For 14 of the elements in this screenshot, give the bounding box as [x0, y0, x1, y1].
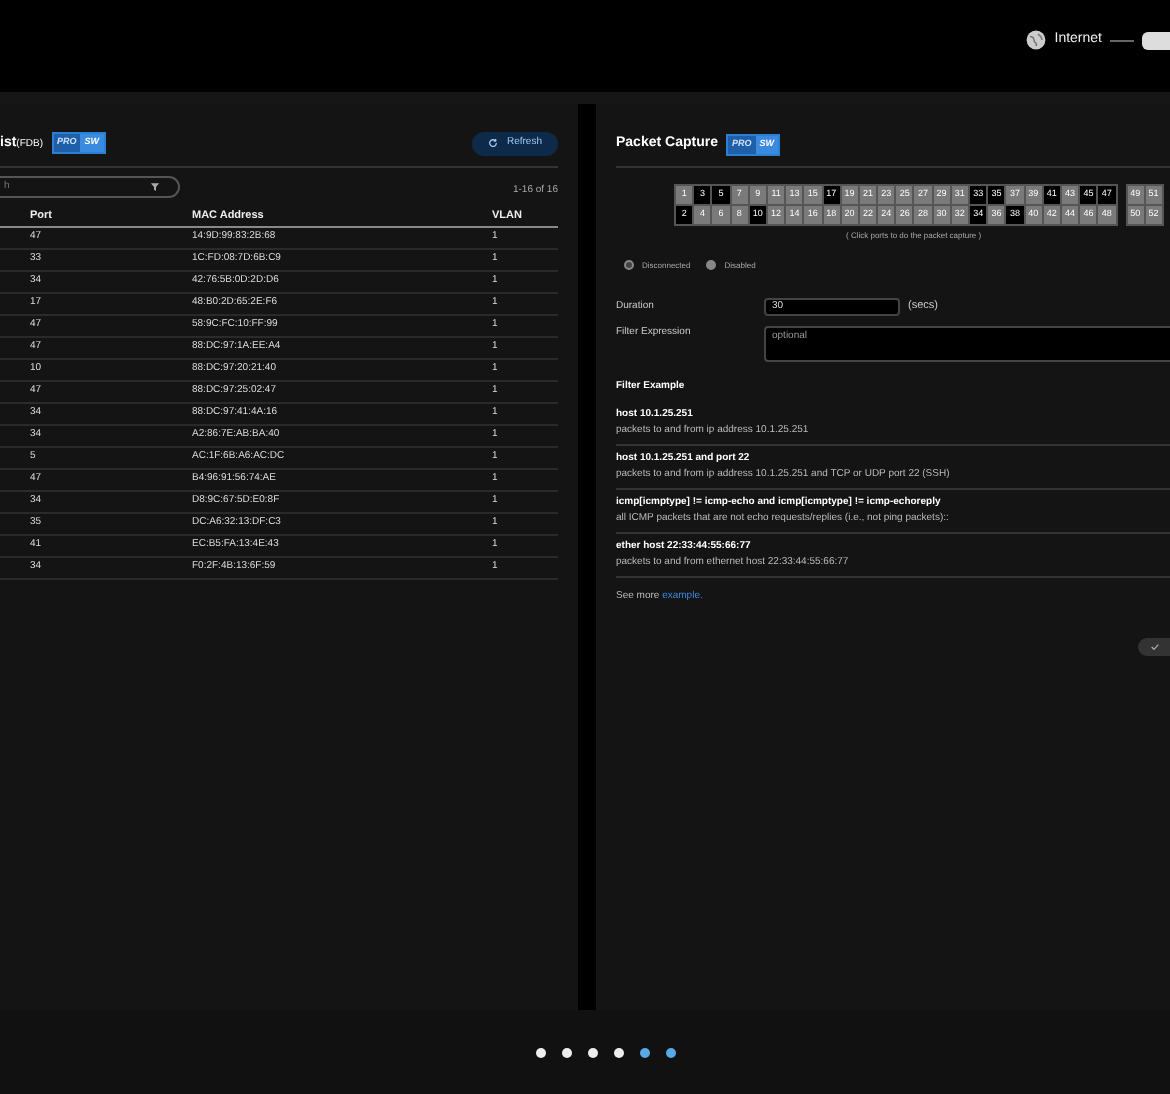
refresh-icon — [488, 138, 499, 149]
globe-icon — [1026, 30, 1047, 50]
check-icon — [1149, 641, 1159, 652]
filter-icon[interactable] — [150, 181, 160, 192]
legend-dot — [624, 260, 634, 271]
legend-dot — [706, 260, 717, 271]
carousel-dot[interactable] — [639, 1047, 649, 1057]
carousel-dot[interactable] — [535, 1047, 545, 1057]
carousel-dot[interactable] — [613, 1047, 623, 1057]
carousel-dot[interactable] — [665, 1047, 675, 1057]
carousel-dot[interactable] — [587, 1047, 597, 1057]
status-pill — [1142, 31, 1170, 49]
confirm-button[interactable] — [1138, 637, 1170, 656]
carousel-dot[interactable] — [561, 1047, 571, 1057]
